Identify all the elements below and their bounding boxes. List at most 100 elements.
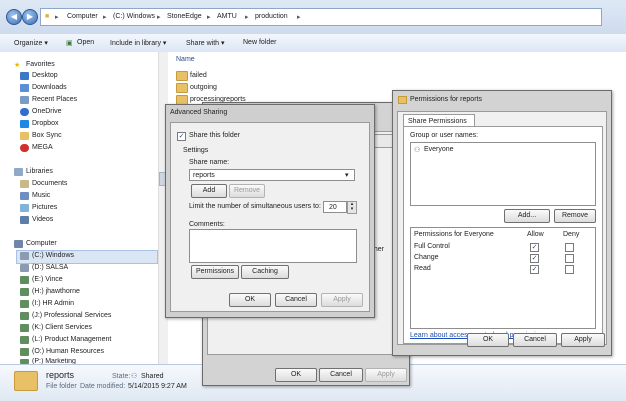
share-name-select[interactable]: reports ▾	[189, 169, 355, 181]
share-permissions-panel: Group or user names: ⚇ Everyone Add... R…	[403, 126, 603, 344]
comments-textarea[interactable]	[189, 229, 357, 263]
breadcrumb-computer[interactable]: Computer	[67, 13, 98, 20]
change-allow-checkbox[interactable]: ✓	[530, 254, 539, 263]
permissions-ok-button[interactable]: OK	[467, 333, 509, 347]
star-icon: ★	[14, 62, 21, 69]
permissions-remove-button[interactable]: Remove	[554, 209, 596, 223]
nav-favorites[interactable]: Favorites	[26, 61, 55, 68]
breadcrumb-c-drive[interactable]: (C:) Windows	[113, 13, 155, 20]
list-item-everyone[interactable]: Everyone	[424, 146, 454, 153]
folder-icon	[176, 83, 188, 93]
permissions-cancel-button[interactable]: Cancel	[513, 333, 557, 347]
nav-item-documents[interactable]: Documents	[32, 180, 67, 187]
advanced-sharing-body: ✓ Share this folder Settings Share name:…	[170, 122, 370, 312]
permissions-title: Permissions for reports	[410, 96, 482, 103]
downloads-icon	[20, 84, 29, 92]
nav-drive-d[interactable]: (D:) SALSA	[32, 264, 68, 271]
network-drive-icon	[20, 300, 29, 308]
nav-drive-k[interactable]: (K:) Client Services	[32, 324, 92, 331]
organize-button[interactable]: Organize ▾	[14, 39, 48, 47]
column-header-name[interactable]: Name	[176, 56, 195, 63]
new-folder-button[interactable]: New folder	[243, 39, 276, 46]
nav-item-dropbox[interactable]: Dropbox	[32, 120, 58, 127]
nav-item-desktop[interactable]: Desktop	[32, 72, 58, 79]
back-icon[interactable]: ◀	[6, 9, 22, 25]
permissions-apply-button[interactable]: Apply	[561, 333, 605, 347]
chevron-right-icon: ▸	[207, 14, 211, 21]
spin-arrows-icon[interactable]: ▴ ▾	[347, 201, 357, 214]
nav-libraries[interactable]: Libraries	[26, 168, 53, 175]
share-folder-checkbox[interactable]: ✓	[177, 132, 186, 141]
details-name: reports	[46, 370, 75, 380]
navigation-pane: ★ Favorites Desktop Downloads Recent Pla…	[0, 52, 159, 364]
full-control-allow-checkbox[interactable]: ✓	[530, 243, 539, 252]
forward-icon[interactable]: ▶	[22, 9, 38, 25]
command-bar: Organize ▾ ▣ Open Include in library ▾ S…	[0, 34, 626, 53]
nav-drive-h[interactable]: (H:) jhawthorne	[32, 288, 80, 295]
read-allow-checkbox[interactable]: ✓	[530, 265, 539, 274]
advanced-apply-button[interactable]: Apply	[321, 293, 363, 307]
permissions-button[interactable]: Permissions	[191, 265, 239, 279]
group-users-icon: ⚇	[414, 147, 421, 154]
network-drive-icon	[20, 324, 29, 332]
permissions-dialog: Permissions for reports Share Permission…	[392, 90, 612, 356]
nav-item-pictures[interactable]: Pictures	[32, 204, 57, 211]
remove-share-button[interactable]: Remove	[229, 184, 265, 198]
permissions-add-button[interactable]: Add...	[504, 209, 550, 223]
nav-drive-l[interactable]: (L:) Product Management	[32, 336, 111, 343]
shared-users-icon: ⚇	[131, 373, 138, 380]
permissions-for-label: Permissions for Everyone	[414, 231, 494, 238]
music-icon	[20, 192, 29, 200]
properties-apply-button[interactable]: Apply	[365, 368, 407, 382]
nav-item-recent-places[interactable]: Recent Places	[32, 96, 77, 103]
list-item[interactable]: outgoing	[190, 84, 217, 91]
add-share-button[interactable]: Add	[191, 184, 227, 198]
advanced-ok-button[interactable]: OK	[229, 293, 271, 307]
nav-item-music[interactable]: Music	[32, 192, 50, 199]
nav-drive-c[interactable]: (C:) Windows	[32, 252, 74, 259]
permission-row-read: Read	[414, 265, 431, 272]
computer-icon	[14, 240, 23, 248]
pictures-icon	[20, 204, 29, 212]
chevron-right-icon: ▸	[103, 14, 107, 21]
include-library-button[interactable]: Include in library ▾	[110, 39, 166, 47]
drive-icon	[20, 264, 29, 272]
breadcrumb-amtu[interactable]: AMTU	[217, 13, 237, 20]
change-deny-checkbox[interactable]	[565, 254, 574, 263]
nav-item-onedrive[interactable]: OneDrive	[32, 108, 62, 115]
share-with-button[interactable]: Share with ▾	[186, 39, 225, 47]
caching-button[interactable]: Caching	[241, 265, 289, 279]
advanced-cancel-button[interactable]: Cancel	[275, 293, 317, 307]
permissions-body: Share Permissions Group or user names: ⚇…	[397, 111, 607, 345]
breadcrumb-stoneedge[interactable]: StoneEdge	[167, 13, 202, 20]
nav-drive-j[interactable]: (J:) Professional Services	[32, 312, 111, 319]
list-item[interactable]: failed	[190, 72, 207, 79]
open-button[interactable]: Open	[77, 39, 94, 46]
network-drive-icon	[20, 348, 29, 356]
details-date-value: 5/14/2015 9:27 AM	[128, 383, 187, 390]
nav-item-box-sync[interactable]: Box Sync	[32, 132, 62, 139]
nav-item-videos[interactable]: Videos	[32, 216, 53, 223]
permission-row-full-control: Full Control	[414, 243, 450, 250]
drive-icon	[20, 252, 29, 260]
address-bar[interactable]: ■ ▸ Computer ▸ (C:) Windows ▸ StoneEdge …	[40, 8, 602, 26]
nav-drive-o[interactable]: (O:) Human Resources	[32, 348, 104, 355]
full-control-deny-checkbox[interactable]	[565, 243, 574, 252]
nav-item-downloads[interactable]: Downloads	[32, 84, 67, 91]
nav-computer[interactable]: Computer	[26, 240, 57, 247]
recent-places-icon	[20, 96, 29, 104]
limit-users-label: Limit the number of simultaneous users t…	[189, 203, 321, 210]
tab-share-permissions-label: Share Permissions	[408, 118, 467, 125]
properties-cancel-button[interactable]: Cancel	[319, 368, 363, 382]
properties-ok-button[interactable]: OK	[275, 368, 317, 382]
network-drive-icon	[20, 312, 29, 320]
read-deny-checkbox[interactable]	[565, 265, 574, 274]
breadcrumb-production[interactable]: production	[255, 13, 288, 20]
limit-users-stepper[interactable]: 20	[323, 201, 347, 213]
libraries-icon	[14, 168, 23, 176]
open-icon: ▣	[66, 40, 73, 47]
nav-drive-e[interactable]: (E:) Vince	[32, 276, 63, 283]
nav-item-mega[interactable]: MEGA	[32, 144, 53, 151]
nav-drive-i[interactable]: (I:) HR Admin	[32, 300, 74, 307]
group-names-list[interactable]: ⚇ Everyone	[410, 142, 596, 206]
